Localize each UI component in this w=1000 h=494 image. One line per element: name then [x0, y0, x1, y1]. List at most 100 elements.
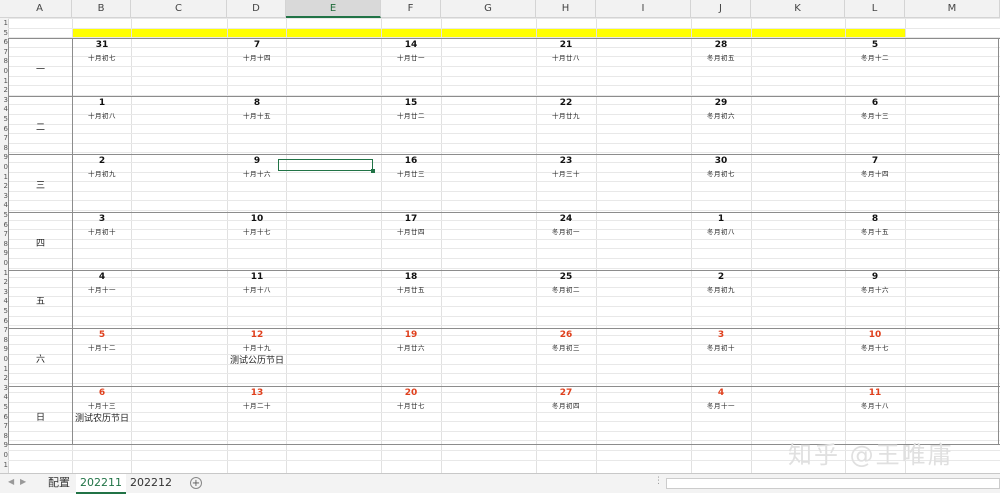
lunar-date[interactable]: 十月廿一: [381, 52, 441, 62]
lunar-date[interactable]: 十月十一: [72, 284, 132, 294]
row-number[interactable]: 1: [0, 77, 8, 85]
lunar-date[interactable]: 十月廿七: [381, 400, 441, 410]
column-header-D[interactable]: D: [227, 0, 286, 18]
lunar-date[interactable]: 十月初九: [72, 168, 132, 178]
day-number[interactable]: 13: [227, 388, 287, 398]
lunar-date[interactable]: 冬月十四: [845, 168, 905, 178]
lunar-date[interactable]: 十月十九: [227, 342, 287, 352]
day-number[interactable]: 11: [227, 272, 287, 282]
row-number[interactable]: 7: [0, 48, 8, 56]
row-number[interactable]: 7: [0, 134, 8, 142]
day-number[interactable]: 27: [536, 388, 596, 398]
row-number[interactable]: 2: [0, 278, 8, 286]
column-header-A[interactable]: A: [8, 0, 72, 18]
column-header-L[interactable]: L: [845, 0, 905, 18]
lunar-date[interactable]: 冬月初九: [691, 284, 751, 294]
lunar-date[interactable]: 十月廿三: [381, 168, 441, 178]
day-number[interactable]: 10: [227, 214, 287, 224]
tab-config[interactable]: 配置: [44, 474, 74, 492]
row-number[interactable]: 9: [0, 153, 8, 161]
day-number[interactable]: 3: [691, 330, 751, 340]
lunar-date[interactable]: 十月初七: [72, 52, 132, 62]
festival-lunar[interactable]: 测试农历节日: [67, 411, 137, 424]
lunar-date[interactable]: 冬月初五: [691, 52, 751, 62]
row-number[interactable]: 9: [0, 345, 8, 353]
lunar-date[interactable]: 冬月初四: [536, 400, 596, 410]
row-number[interactable]: 3: [0, 192, 8, 200]
lunar-date[interactable]: 十月廿六: [381, 342, 441, 352]
day-number[interactable]: 23: [536, 156, 596, 166]
row-number[interactable]: 4: [0, 297, 8, 305]
row-number[interactable]: 9: [0, 249, 8, 257]
day-number[interactable]: 31: [72, 40, 132, 50]
lunar-date[interactable]: 十月十五: [227, 110, 287, 120]
column-header-J[interactable]: J: [691, 0, 751, 18]
lunar-date[interactable]: 冬月十二: [845, 52, 905, 62]
row-number[interactable]: 1: [0, 461, 8, 469]
splitter-icon[interactable]: ⋮: [654, 476, 663, 486]
festival-gregorian[interactable]: 测试公历节日: [222, 353, 292, 366]
row-number[interactable]: 0: [0, 451, 8, 459]
row-number[interactable]: 2: [0, 182, 8, 190]
row-number[interactable]: 6: [0, 413, 8, 421]
lunar-date[interactable]: 十月廿九: [536, 110, 596, 120]
day-number[interactable]: 9: [845, 272, 905, 282]
lunar-date[interactable]: 冬月初十: [691, 342, 751, 352]
row-number[interactable]: 1: [0, 19, 8, 27]
row-number[interactable]: 2: [0, 86, 8, 94]
lunar-date[interactable]: 十月廿四: [381, 226, 441, 236]
plus-circle-icon[interactable]: +: [190, 477, 202, 489]
column-header-F[interactable]: F: [381, 0, 441, 18]
row-number[interactable]: 6: [0, 38, 8, 46]
column-header-H[interactable]: H: [536, 0, 596, 18]
row-number[interactable]: 7: [0, 422, 8, 430]
lunar-date[interactable]: 冬月初八: [691, 226, 751, 236]
lunar-date[interactable]: 十月廿二: [381, 110, 441, 120]
row-number[interactable]: 8: [0, 336, 8, 344]
column-header-K[interactable]: K: [751, 0, 845, 18]
day-number[interactable]: 4: [691, 388, 751, 398]
row-number[interactable]: 4: [0, 105, 8, 113]
row-number[interactable]: 0: [0, 259, 8, 267]
row-number[interactable]: 5: [0, 211, 8, 219]
lunar-date[interactable]: 十月二十: [227, 400, 287, 410]
lunar-date[interactable]: 十月十四: [227, 52, 287, 62]
column-header-E[interactable]: E: [286, 0, 381, 18]
row-number[interactable]: 5: [0, 307, 8, 315]
row-number[interactable]: 2: [0, 374, 8, 382]
day-number[interactable]: 1: [72, 98, 132, 108]
lunar-date[interactable]: 冬月初二: [536, 284, 596, 294]
day-number[interactable]: 12: [227, 330, 287, 340]
row-number[interactable]: 5: [0, 403, 8, 411]
row-number[interactable]: 6: [0, 125, 8, 133]
selected-cell-E18[interactable]: [278, 159, 375, 173]
day-number[interactable]: 30: [691, 156, 751, 166]
row-number[interactable]: 6: [0, 317, 8, 325]
lunar-date[interactable]: 十月廿八: [536, 52, 596, 62]
day-number[interactable]: 16: [381, 156, 441, 166]
row-number[interactable]: 0: [0, 67, 8, 75]
sheet-grid[interactable]: 一 31 十月初七 7 十月十四 14 十月廿一 21 十月廿八 28 冬月初五 5 冬月十二二 1 十月初…: [8, 18, 1000, 473]
lunar-date[interactable]: 冬月十五: [845, 226, 905, 236]
day-number[interactable]: 1: [691, 214, 751, 224]
lunar-date[interactable]: 冬月十一: [691, 400, 751, 410]
lunar-date[interactable]: 冬月初六: [691, 110, 751, 120]
lunar-date[interactable]: 十月十二: [72, 342, 132, 352]
column-header-I[interactable]: I: [596, 0, 691, 18]
row-number[interactable]: 4: [0, 201, 8, 209]
row-number[interactable]: 1: [0, 365, 8, 373]
day-number[interactable]: 3: [72, 214, 132, 224]
day-number[interactable]: 10: [845, 330, 905, 340]
day-number[interactable]: 20: [381, 388, 441, 398]
row-number[interactable]: 4: [0, 393, 8, 401]
day-number[interactable]: 19: [381, 330, 441, 340]
row-number[interactable]: 7: [0, 326, 8, 334]
day-number[interactable]: 5: [72, 330, 132, 340]
day-number[interactable]: 15: [381, 98, 441, 108]
row-number[interactable]: 8: [0, 432, 8, 440]
day-number[interactable]: 18: [381, 272, 441, 282]
lunar-date[interactable]: 冬月十八: [845, 400, 905, 410]
day-number[interactable]: 2: [72, 156, 132, 166]
column-header-C[interactable]: C: [131, 0, 227, 18]
row-number[interactable]: 9: [0, 441, 8, 449]
